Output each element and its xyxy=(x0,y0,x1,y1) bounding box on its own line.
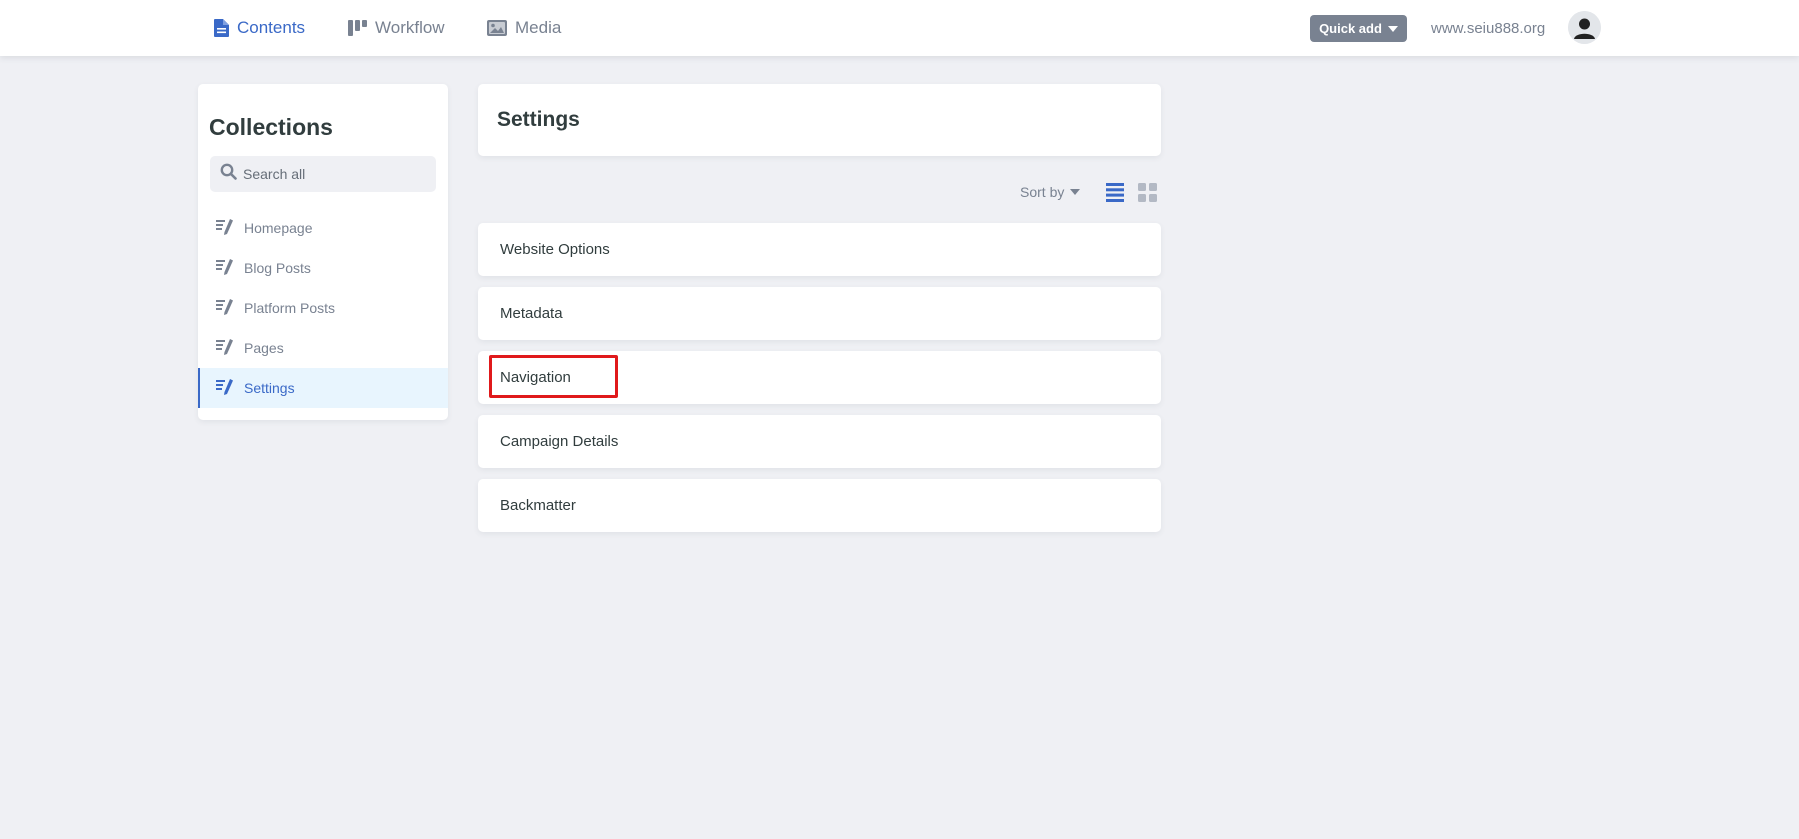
entry-card-label: Navigation xyxy=(500,369,571,386)
user-avatar-icon[interactable] xyxy=(1568,11,1601,44)
quick-add-button[interactable]: Quick add xyxy=(1310,15,1407,42)
search-icon xyxy=(220,163,237,185)
file-text-icon xyxy=(214,19,229,37)
search-input[interactable] xyxy=(243,166,433,182)
list-view-icon[interactable] xyxy=(1106,183,1124,207)
sort-by-dropdown[interactable]: Sort by xyxy=(1020,180,1081,204)
nav-contents[interactable]: Contents xyxy=(214,0,305,56)
write-icon xyxy=(216,298,234,318)
sidebar-item-pages[interactable]: Pages xyxy=(198,328,448,368)
sidebar-item-label: Settings xyxy=(244,380,295,396)
workflow-columns-icon xyxy=(348,20,367,36)
sidebar-title: Collections xyxy=(209,114,333,140)
entry-card-metadata[interactable]: Metadata xyxy=(478,287,1161,340)
sort-by-label: Sort by xyxy=(1020,184,1065,200)
grid-view-icon[interactable] xyxy=(1138,183,1157,207)
sidebar-item-blog-posts[interactable]: Blog Posts xyxy=(198,248,448,288)
site-url-link[interactable]: www.seiu888.org xyxy=(1431,0,1545,56)
write-icon xyxy=(216,338,234,358)
sidebar-item-platform-posts[interactable]: Platform Posts xyxy=(198,288,448,328)
quick-add-label: Quick add xyxy=(1319,21,1382,36)
nav-media-label: Media xyxy=(515,18,562,37)
entry-card-backmatter[interactable]: Backmatter xyxy=(478,479,1161,532)
write-icon xyxy=(216,378,234,398)
caret-down-icon xyxy=(1387,25,1398,32)
nav-workflow[interactable]: Workflow xyxy=(348,0,445,56)
entry-card-navigation[interactable]: Navigation xyxy=(478,351,1161,404)
write-icon xyxy=(216,218,234,238)
sidebar-item-label: Blog Posts xyxy=(244,260,311,276)
entry-card-label: Backmatter xyxy=(500,497,576,514)
entry-card-label: Campaign Details xyxy=(500,433,619,450)
nav-media[interactable]: Media xyxy=(487,0,561,56)
search-box[interactable] xyxy=(210,156,436,192)
entry-card-website-options[interactable]: Website Options xyxy=(478,223,1161,276)
sidebar-item-label: Homepage xyxy=(244,220,313,236)
sidebar-item-homepage[interactable]: Homepage xyxy=(198,208,448,248)
nav-workflow-label: Workflow xyxy=(375,18,445,37)
entry-card-label: Metadata xyxy=(500,305,563,322)
image-icon xyxy=(487,20,507,36)
nav-contents-label: Contents xyxy=(237,18,306,37)
write-icon xyxy=(216,258,234,278)
entry-card-campaign-details[interactable]: Campaign Details xyxy=(478,415,1161,468)
sidebar-item-label: Platform Posts xyxy=(244,300,336,316)
entry-card-label: Website Options xyxy=(500,241,610,258)
collections-sidebar: Collections Homepage xyxy=(198,84,448,420)
collection-header: Settings xyxy=(478,84,1161,156)
page-title: Settings xyxy=(497,108,580,131)
sidebar-item-settings[interactable]: Settings xyxy=(198,368,448,408)
caret-down-icon xyxy=(1070,189,1081,195)
top-bar: Contents Workflow Media Quick add www.se… xyxy=(0,0,1799,56)
sidebar-item-label: Pages xyxy=(244,340,284,356)
